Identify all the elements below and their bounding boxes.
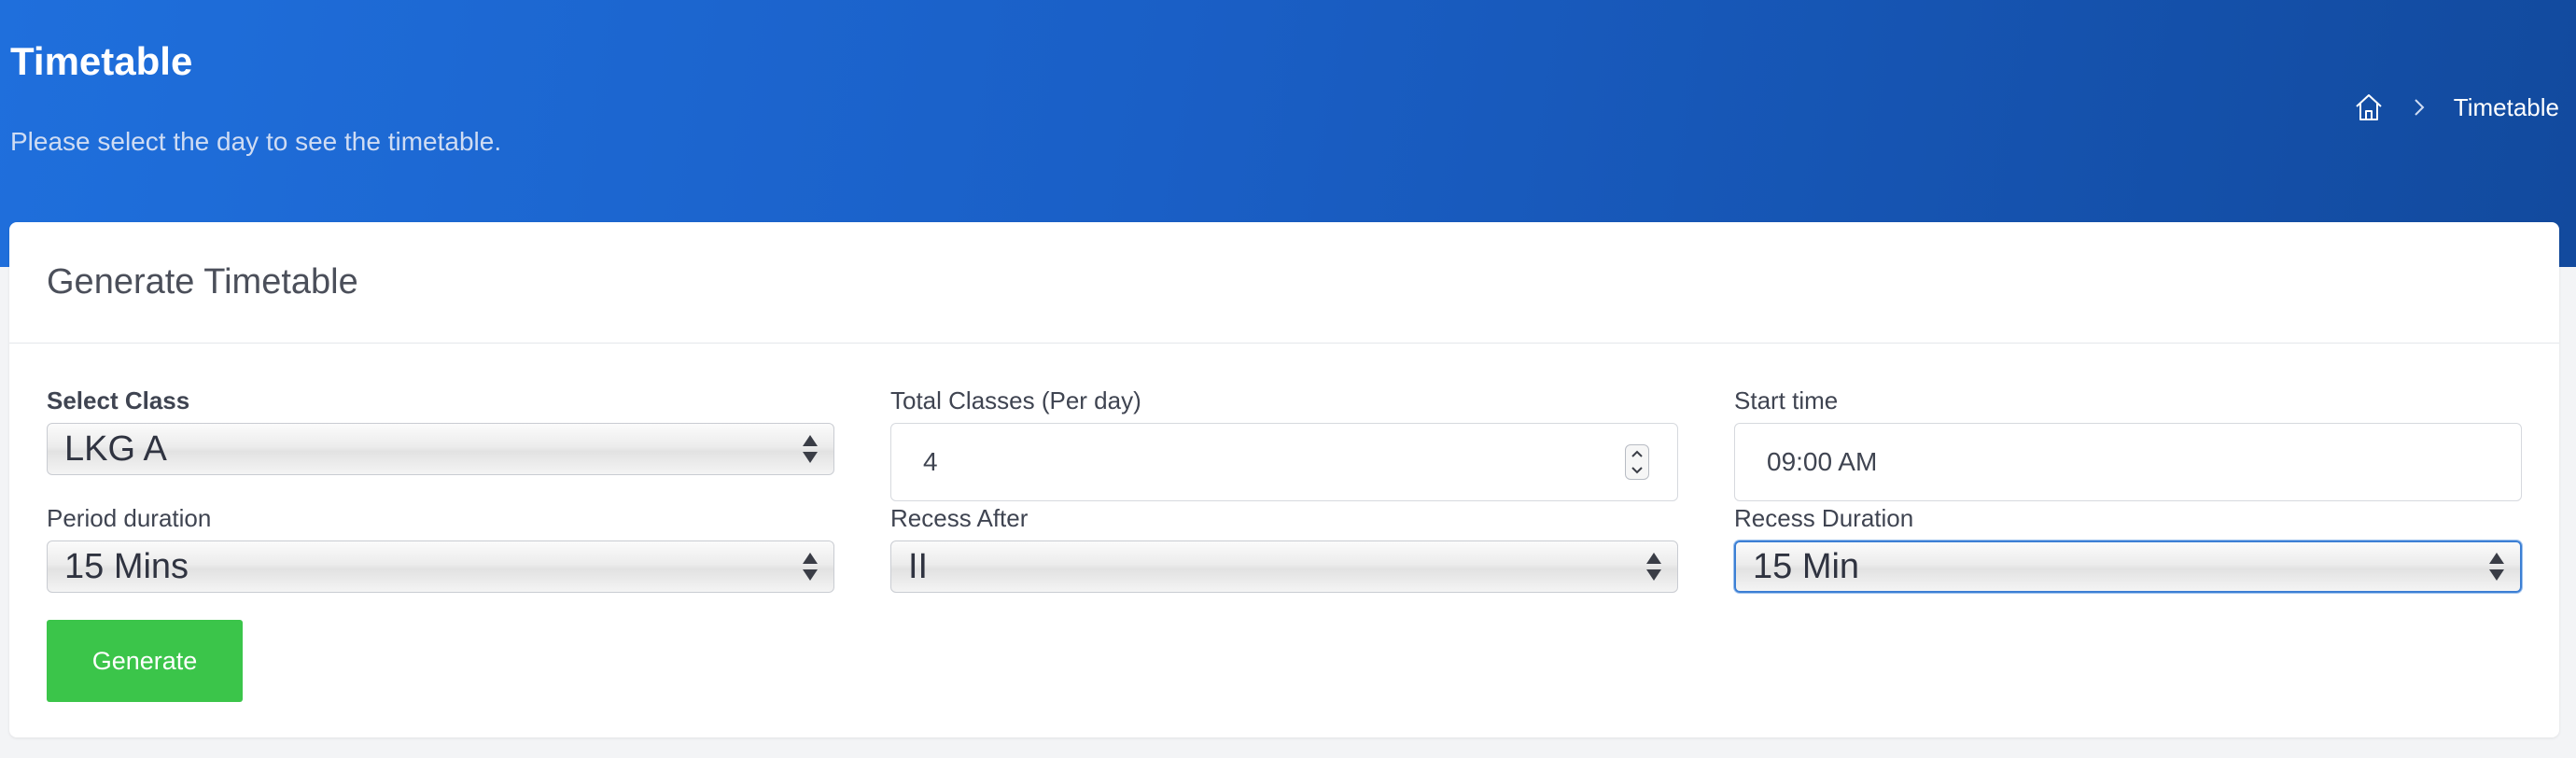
select-class-field: Select Class LKG A bbox=[47, 386, 834, 475]
generate-timetable-card: Generate Timetable Select Class LKG A To… bbox=[9, 222, 2559, 737]
recess-after-value: II bbox=[908, 546, 929, 586]
start-time-field: Start time 09:00 AM bbox=[1734, 386, 2522, 501]
recess-after-field: Recess After II bbox=[890, 504, 1678, 593]
chevron-up-icon[interactable] bbox=[1631, 449, 1644, 458]
page-title: Timetable bbox=[10, 39, 193, 83]
recess-after-label: Recess After bbox=[890, 504, 1029, 532]
chevron-down-icon[interactable] bbox=[1631, 466, 1644, 475]
recess-duration-field: Recess Duration 15 Min bbox=[1734, 504, 2522, 593]
generate-button[interactable]: Generate bbox=[47, 620, 243, 702]
breadcrumb: Timetable bbox=[2353, 91, 2559, 123]
home-icon[interactable] bbox=[2353, 91, 2385, 123]
recess-duration-value: 15 Min bbox=[1753, 546, 1860, 586]
total-classes-value: 4 bbox=[923, 447, 938, 476]
period-duration-label: Period duration bbox=[47, 504, 212, 532]
select-arrows-icon bbox=[803, 553, 818, 581]
select-class-dropdown[interactable]: LKG A bbox=[47, 423, 834, 475]
breadcrumb-current: Timetable bbox=[2453, 92, 2559, 121]
recess-duration-label: Recess Duration bbox=[1734, 504, 1914, 532]
number-spinner[interactable] bbox=[1625, 444, 1649, 480]
card-title: Generate Timetable bbox=[47, 262, 358, 302]
select-class-label: Select Class bbox=[47, 386, 190, 414]
period-duration-value: 15 Mins bbox=[64, 546, 189, 586]
page-subtitle: Please select the day to see the timetab… bbox=[10, 127, 502, 156]
select-arrows-icon bbox=[803, 435, 818, 463]
total-classes-input[interactable]: 4 bbox=[890, 423, 1678, 501]
total-classes-field: Total Classes (Per day) 4 bbox=[890, 386, 1678, 501]
start-time-input[interactable]: 09:00 AM bbox=[1734, 423, 2522, 501]
select-arrows-icon bbox=[1646, 553, 1661, 581]
start-time-label: Start time bbox=[1734, 386, 1839, 414]
recess-duration-dropdown[interactable]: 15 Min bbox=[1734, 540, 2522, 593]
chevron-right-icon bbox=[2415, 99, 2425, 116]
recess-after-dropdown[interactable]: II bbox=[890, 540, 1678, 593]
card-header: Generate Timetable bbox=[9, 222, 2559, 344]
total-classes-label: Total Classes (Per day) bbox=[890, 386, 1141, 414]
period-duration-field: Period duration 15 Mins bbox=[47, 504, 834, 593]
select-arrows-icon bbox=[2489, 553, 2504, 581]
period-duration-dropdown[interactable]: 15 Mins bbox=[47, 540, 834, 593]
select-class-value: LKG A bbox=[64, 428, 167, 469]
start-time-value: 09:00 AM bbox=[1767, 447, 1878, 476]
